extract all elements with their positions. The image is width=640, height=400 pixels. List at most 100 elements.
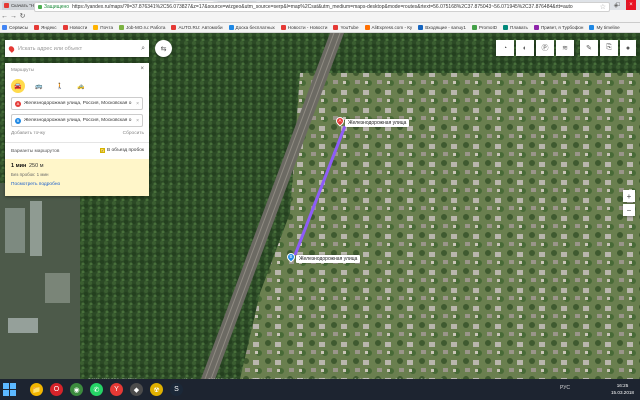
point-b-dot: B [15,117,21,124]
bookmark-favicon-icon [418,25,424,30]
tab-title: Скачать "Hell" Драйвер [11,3,37,8]
add-point-link[interactable]: Добавить точку [11,131,45,136]
bookmark-item[interactable]: Входящие - sanuy1 [418,25,466,30]
bookmark-item[interactable]: Новости - Новости [280,25,327,30]
point-a-value[interactable]: Железнодорожная улица, Россия, Московска… [24,101,134,106]
forward-icon[interactable]: → [9,13,18,20]
bookmark-item[interactable]: Плавать [503,25,528,30]
route-note: Без пробок: 1 мин [11,172,49,177]
menu-icon[interactable]: ⋮ [624,2,632,10]
point-b-field[interactable]: B Железнодорожная улица, Россия, Московс… [11,114,143,127]
mode-pedestrian-button[interactable]: 🚶 [53,79,67,93]
bookmark-item[interactable]: Привет, я Турбофон [533,25,583,30]
location-pin-icon [7,44,16,53]
yandex-browser-icon[interactable]: Y [110,383,123,396]
route-distance: 250 м [29,163,44,169]
profile-button[interactable]: ● [620,40,636,56]
mode-auto-icon: 🚘 [14,83,22,90]
bookmark-star-icon[interactable]: ☆ [600,3,606,11]
bookmark-label: YouTube [340,25,359,30]
point-a-field[interactable]: A Железнодорожная улица, Россия, Московс… [11,97,143,110]
parking-button[interactable]: Ⓟ [536,40,554,56]
bookmark-favicon-icon [119,25,125,30]
bookmark-label: AliExpress.com - Ку [371,25,413,30]
route-variants-label[interactable]: Варианты маршрутов [11,149,59,154]
bookmark-item[interactable]: AliExpress.com - Ку [364,25,413,30]
reset-link[interactable]: Сбросить [123,131,144,136]
bookmark-label: Входящие - sanuy1 [425,25,466,30]
lock-icon [38,4,42,9]
url-text[interactable]: https://yandex.ru/maps/?ll=37.876341%2C5… [72,4,600,10]
transport-modes: 🚘 🚌 🚶 🚕 [11,79,95,93]
screen: Скачать "Hell" Драйвер×(10) Новости×Dmit… [0,0,640,400]
ruler-icon: ✎ [586,45,592,52]
layers-button[interactable]: ≋ [556,40,574,56]
panorama-icon: ◐ [522,44,528,52]
zoom-out-button[interactable]: − [623,204,635,216]
app-icon[interactable]: ◆ [130,383,143,396]
route-result[interactable]: 1 мин 250 м Без пробок: 1 мин Посмотреть… [5,159,149,196]
bookmark-favicon-icon [364,25,370,30]
traffic-button[interactable]: ◔ [496,40,514,56]
panorama-button[interactable]: ◐ [516,40,534,56]
whatsapp-icon[interactable]: ✆ [90,383,103,396]
mode-taxi-button[interactable]: 🚕 [74,79,88,93]
tab-favicon-icon [4,3,9,8]
opera-icon[interactable]: O [50,383,63,396]
clear-b-icon[interactable]: × [136,118,139,124]
bookmark-item[interactable]: Сервисы [2,25,28,30]
address-bar: ← → ↻ [0,10,640,23]
bookmark-item[interactable]: PromoID [471,25,497,30]
clear-a-icon[interactable]: × [136,101,139,107]
bookmark-item[interactable]: Новости [62,25,87,30]
steam-icon[interactable]: S [170,383,183,396]
back-icon[interactable]: ← [0,13,9,20]
share-button[interactable]: ⎘ [600,40,618,56]
search-box[interactable]: Искать адрес или объект ⌕ [5,40,149,57]
route-panel: Маршруты × 🚘 🚌 🚶 🚕 A Железнодорожная улица,… [5,63,149,196]
search-input[interactable]: Искать адрес или объект [18,46,141,52]
bookmark-item[interactable]: YouTube [333,25,359,30]
url-input[interactable]: Защищено https://yandex.ru/maps/?ll=37.8… [34,1,610,12]
chrome-icon[interactable]: ◉ [70,383,83,396]
mode-auto-button[interactable]: 🚘 [11,79,25,93]
explorer-icon[interactable]: 📁 [30,383,43,396]
reload-icon[interactable]: ↻ [18,12,27,20]
route-toggle-button[interactable]: ⇆ [155,40,172,57]
radiation-icon[interactable]: ☢ [150,383,163,396]
avoid-traffic-toggle[interactable]: ✓ В объезд пробок [99,148,144,153]
zoom-in-button[interactable]: + [623,190,635,202]
ruler-button[interactable]: ✎ [580,40,598,56]
search-icon[interactable]: ⌕ [141,45,145,53]
mode-taxi-icon: 🚕 [77,83,85,90]
bookmark-favicon-icon [471,25,477,30]
mode-pedestrian-icon: 🚶 [56,83,64,90]
bookmark-item[interactable]: AUTO.RU: Автомоби [171,25,223,30]
bookmark-favicon-icon [503,25,509,30]
point-b-value[interactable]: Железнодорожная улица, Россия, Московска… [24,118,134,123]
bookmark-item[interactable]: Почта [93,25,113,30]
point-b-label: Железнодорожная улица [296,255,361,263]
windows-start-icon[interactable] [3,383,16,396]
share-icon: ⎘ [606,44,612,51]
bookmark-item[interactable]: Доска бесплатных [228,25,275,30]
bookmark-favicon-icon [171,25,177,30]
bookmark-favicon-icon [589,25,595,30]
bookmark-label: Почта [100,25,114,30]
divider [5,142,149,143]
extension-icon[interactable]: ◈ [612,2,620,10]
mode-transit-button[interactable]: 🚌 [32,79,46,93]
checkbox-icon[interactable]: ✓ [99,148,105,153]
bookmark-favicon-icon [228,25,234,30]
close-icon[interactable]: × [140,66,144,72]
bookmark-favicon-icon [333,25,339,30]
bookmark-item[interactable]: Job-MO.ru: Работа [119,25,165,30]
bookmark-label: AUTO.RU: Автомоби [178,25,223,30]
layers-icon: ≋ [562,45,568,52]
bookmark-favicon-icon [93,25,99,30]
language-indicator[interactable]: РУС [560,385,570,391]
bookmark-item[interactable]: Яндекс [34,25,57,30]
system-clock[interactable]: 16:25 15.03.2018 [611,382,634,396]
route-details-link[interactable]: Посмотреть подробно [11,182,60,187]
bookmark-item[interactable]: My timeline [589,25,620,30]
